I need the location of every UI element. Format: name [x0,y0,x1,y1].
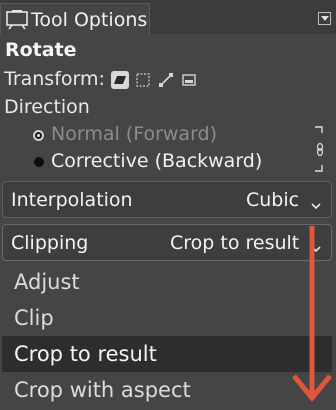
chain-link-icon[interactable] [313,125,327,173]
layer-icon[interactable] [111,71,129,89]
chevron-down-icon [311,196,321,210]
clipping-value: Crop to result [170,232,300,254]
tab-label: Tool Options [31,9,148,31]
transform-label: Transform: [4,68,105,90]
tool-options-tab[interactable]: Tool Options [0,3,150,34]
clipping-label: Clipping [11,232,89,254]
path-icon[interactable] [157,71,175,89]
interpolation-value: Cubic [246,189,300,211]
direction-corrective-label[interactable]: Corrective (Backward) [51,150,262,172]
annotation-arrow [283,226,333,406]
direction-label: Direction [4,96,90,118]
direction-normal-label[interactable]: Normal (Forward) [51,123,217,145]
tool-title: Rotate [5,39,77,61]
dock-menu-icon[interactable] [318,12,331,25]
tool-options-icon [6,10,28,30]
interpolation-label: Interpolation [11,189,133,211]
radio-corrective-backward[interactable] [34,157,44,167]
image-icon[interactable] [180,71,198,89]
radio-normal-forward[interactable] [33,130,44,141]
selection-icon[interactable] [134,71,152,89]
interpolation-dropdown[interactable]: Interpolation Cubic [2,181,332,218]
